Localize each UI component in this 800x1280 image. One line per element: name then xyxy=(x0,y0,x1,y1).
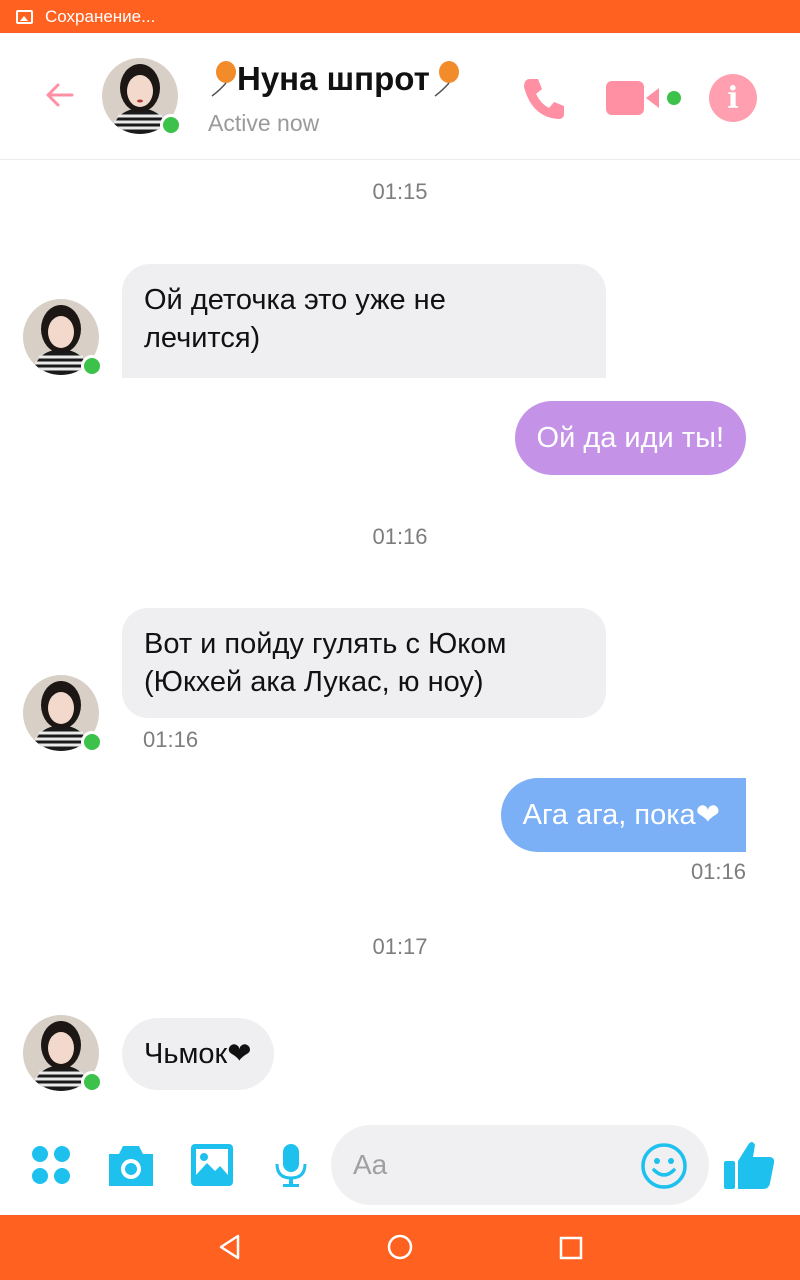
incoming-message[interactable]: Чьмок❤ xyxy=(122,1018,274,1090)
timestamp: 01:17 xyxy=(372,934,428,959)
thumbs-up-icon[interactable] xyxy=(722,1139,776,1191)
back-triangle-icon[interactable] xyxy=(216,1233,244,1261)
sender-avatar xyxy=(23,675,103,753)
message-line: Вот и пойду гулять с Юком xyxy=(144,628,507,660)
outgoing-message[interactable]: Ага ага, пока❤ xyxy=(500,778,746,852)
timestamp: 01:15 xyxy=(372,179,428,204)
online-indicator xyxy=(81,731,103,753)
sender-avatar xyxy=(23,299,103,377)
message-line: Ой деточка это уже не xyxy=(144,284,446,316)
balloon-icon xyxy=(211,61,236,97)
system-nav-bar xyxy=(0,1215,800,1280)
balloon-icon xyxy=(434,61,459,97)
online-indicator xyxy=(160,114,182,136)
contact-name-text: Нуна шпрот xyxy=(237,60,430,97)
incoming-message[interactable]: Ой деточка это уже не лечится) xyxy=(122,264,606,378)
recents-square-icon[interactable] xyxy=(558,1235,584,1261)
phone-icon[interactable] xyxy=(518,73,570,125)
video-camera-icon[interactable] xyxy=(604,79,684,117)
camera-icon[interactable] xyxy=(105,1142,157,1188)
chat-header: Нуна шпрот Active now i xyxy=(0,33,800,160)
presence-status: Active now xyxy=(208,110,320,136)
incoming-message[interactable]: Вот и пойду гулять с Юком (Юкхей ака Лук… xyxy=(122,608,606,718)
gallery-icon[interactable] xyxy=(189,1142,235,1188)
apps-icon[interactable] xyxy=(30,1144,72,1186)
back-arrow-icon[interactable] xyxy=(42,77,78,113)
message-input[interactable] xyxy=(353,1147,633,1183)
message-composer xyxy=(0,1117,800,1215)
status-text: Сохранение... xyxy=(45,6,156,26)
microphone-icon[interactable] xyxy=(274,1142,308,1188)
status-bar: Сохранение... xyxy=(0,0,800,33)
message-input-container[interactable] xyxy=(331,1125,709,1205)
outgoing-message[interactable]: Ой да иди ты! xyxy=(514,401,746,475)
message-line: лечится) xyxy=(144,322,261,354)
emoji-icon[interactable] xyxy=(640,1142,688,1190)
online-indicator xyxy=(81,355,103,377)
timestamp: 01:16 xyxy=(372,524,428,549)
image-icon xyxy=(16,9,33,24)
message-line: (Юкхей ака Лукас, ю ноу) xyxy=(144,666,484,698)
message-time: 01:16 xyxy=(143,727,199,752)
online-indicator xyxy=(81,1071,103,1093)
sender-avatar xyxy=(23,1015,103,1093)
contact-avatar[interactable] xyxy=(102,58,182,136)
info-icon[interactable]: i xyxy=(709,74,757,122)
message-time: 01:16 xyxy=(690,859,746,884)
contact-name: Нуна шпрот xyxy=(207,60,460,98)
home-circle-icon[interactable] xyxy=(386,1233,414,1261)
